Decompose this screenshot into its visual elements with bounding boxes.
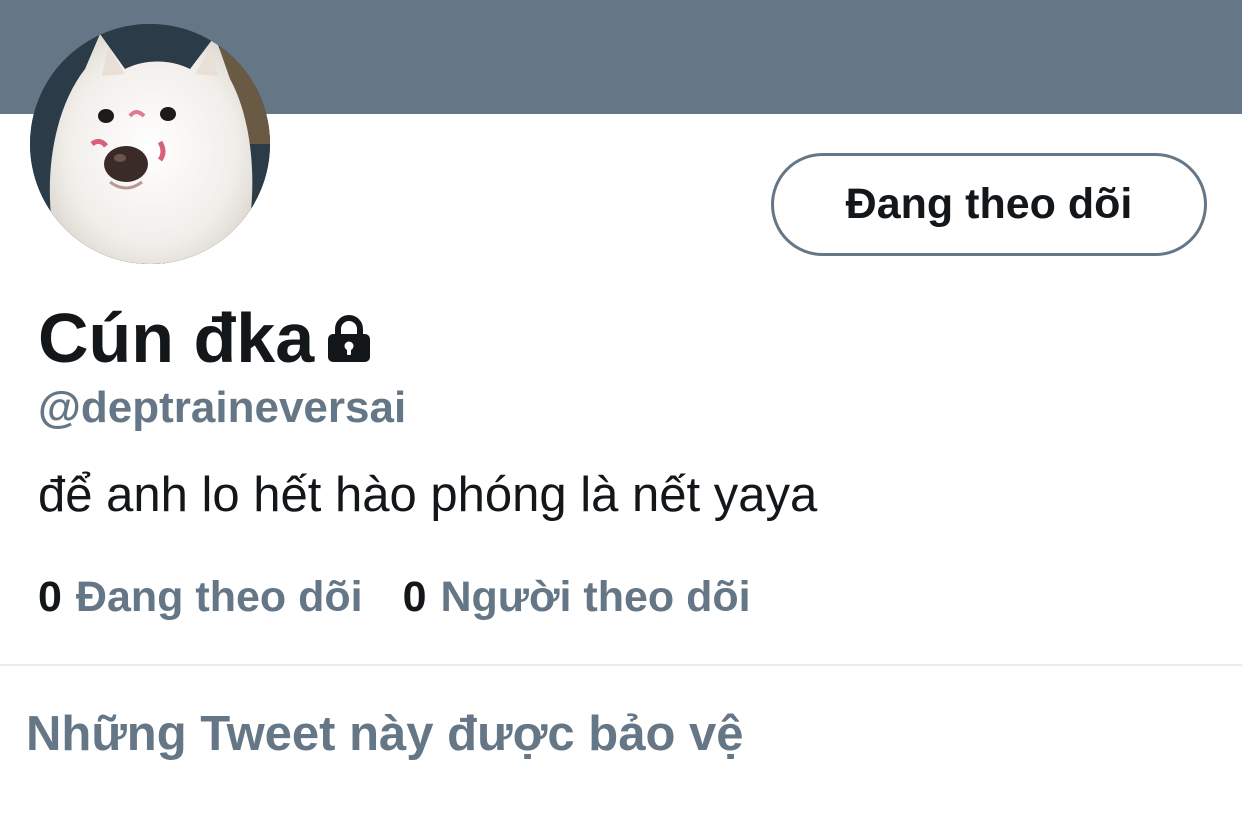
following-stat-link[interactable]: 0 Đang theo dõi xyxy=(38,572,363,624)
following-label: Đang theo dõi xyxy=(75,573,363,621)
profile-handle: @deptraineversai xyxy=(38,383,407,432)
profile-stats: 0 Đang theo dõi 0 Người theo dõi xyxy=(38,572,751,624)
name-row: Cún đka xyxy=(38,296,372,380)
following-button[interactable]: Đang theo dõi xyxy=(771,153,1207,256)
avatar[interactable] xyxy=(30,24,270,264)
profile-bio: để anh lo hết hào phóng là nết yaya xyxy=(38,468,818,522)
followers-count: 0 xyxy=(402,573,427,621)
lock-icon xyxy=(326,314,372,368)
profile-page: Đang theo dõi Cún đka @deptraineversai đ… xyxy=(0,0,1242,825)
divider xyxy=(0,664,1242,666)
following-count: 0 xyxy=(38,573,62,621)
display-name: Cún đka xyxy=(38,299,315,377)
followers-label: Người theo dõi xyxy=(440,573,751,621)
followers-stat-link[interactable]: 0 Người theo dõi xyxy=(403,572,751,624)
avatar-dog-image xyxy=(30,24,270,264)
protected-tweets-notice: Những Tweet này được bảo vệ xyxy=(26,707,744,761)
